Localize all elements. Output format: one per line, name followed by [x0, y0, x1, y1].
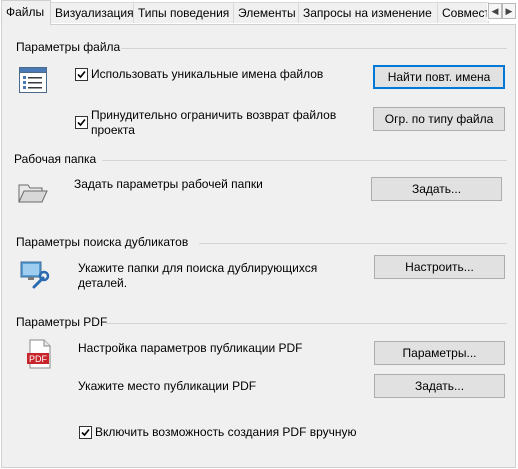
manual-pdf-checkbox[interactable]	[79, 426, 92, 439]
tab-visualization-label: Визуализация	[55, 6, 134, 20]
work-folder-divider	[102, 160, 507, 161]
tab-behavior-types-label: Типы поведения	[138, 6, 230, 20]
files-tab-panel: Параметры файла Использовать уникальные …	[1, 24, 516, 468]
pdf-publish-location-label: Укажите место публикации PDF	[78, 379, 257, 393]
checkmark-icon	[77, 118, 86, 127]
chevron-right-icon: ▶	[505, 6, 513, 16]
pdf-params-button[interactable]: Параметры...	[374, 341, 505, 365]
pdf-params-title: Параметры PDF	[16, 315, 108, 329]
monitor-wrench-icon	[20, 260, 50, 293]
work-folder-description: Задать параметры рабочей папки	[74, 177, 263, 191]
open-folder-icon	[18, 181, 48, 208]
tab-visualization[interactable]: Визуализация	[50, 2, 134, 23]
checkmark-icon	[81, 428, 90, 437]
pdf-params-divider	[106, 323, 507, 324]
duplicate-search-title: Параметры поиска дубликатов	[16, 235, 189, 249]
work-folder-title: Рабочая папка	[14, 152, 97, 166]
file-params-title: Параметры файла	[16, 40, 121, 54]
checkmark-icon	[77, 70, 86, 79]
tab-bar: Файлы Визуализация Типы поведения Элемен…	[0, 0, 518, 25]
duplicate-search-divider	[199, 243, 507, 244]
list-settings-icon	[19, 67, 47, 96]
tab-files[interactable]: Файлы	[1, 0, 51, 25]
tab-scroll-left-button[interactable]: ◀	[488, 3, 502, 19]
find-duplicate-names-button[interactable]: Найти повт. имена	[373, 65, 505, 89]
pdf-location-set-button[interactable]: Задать...	[374, 374, 505, 398]
unique-names-checkbox[interactable]	[75, 68, 88, 81]
tab-collaboration[interactable]: Совместная работа	[437, 2, 489, 23]
tab-change-requests[interactable]: Запросы на изменение	[298, 2, 438, 23]
pdf-file-icon: PDF	[27, 339, 53, 372]
restrict-return-label: Принудительно ограничить возврат файлов …	[91, 108, 337, 137]
work-folder-set-button[interactable]: Задать...	[371, 177, 502, 201]
manual-pdf-label: Включить возможность создания PDF вручну…	[95, 425, 357, 439]
tab-scroll-arrows: ◀ ▶	[487, 3, 517, 21]
duplicate-search-description: Укажите папки для поиска дублирующихся д…	[78, 261, 318, 290]
pdf-icon-text: PDF	[29, 354, 48, 364]
chevron-left-icon: ◀	[491, 6, 499, 16]
file-params-divider	[121, 48, 507, 49]
tab-collaboration-label: Совместная работа	[442, 6, 489, 20]
tab-elements-label: Элементы	[238, 6, 296, 20]
tab-elements[interactable]: Элементы	[233, 2, 299, 23]
tab-change-requests-label: Запросы на изменение	[303, 6, 432, 20]
tab-scroll-right-button[interactable]: ▶	[502, 3, 516, 19]
tab-behavior-types[interactable]: Типы поведения	[133, 2, 234, 23]
restrict-by-file-type-button[interactable]: Огр. по типу файла	[373, 107, 505, 131]
duplicate-search-configure-button[interactable]: Настроить...	[374, 255, 505, 279]
pdf-publish-settings-label: Настройка параметров публикации PDF	[78, 341, 303, 355]
tab-files-label: Файлы	[6, 5, 45, 19]
unique-names-label: Использовать уникальные имена файлов	[91, 67, 324, 81]
restrict-return-checkbox[interactable]	[75, 116, 88, 129]
